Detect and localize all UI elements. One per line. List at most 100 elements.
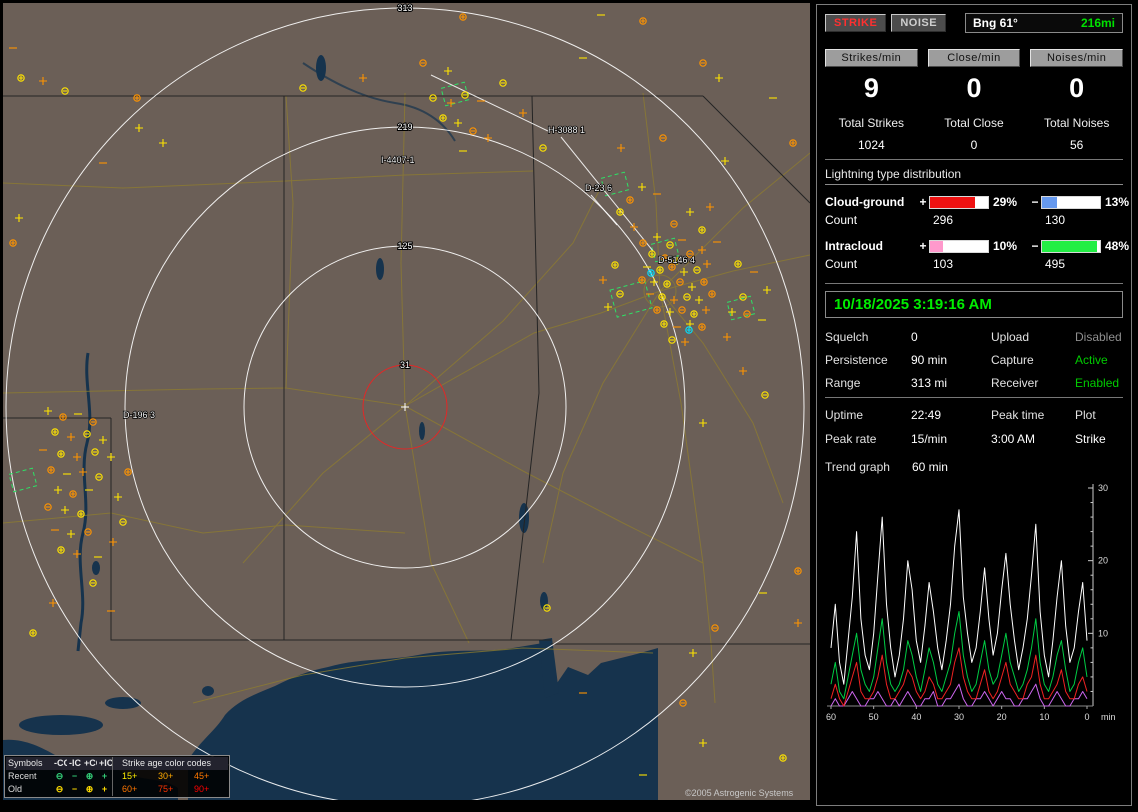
close-per-min-value: 0 <box>928 73 1021 104</box>
legend-header: +IC <box>97 757 112 770</box>
trend-window-value: 60 min <box>912 460 948 474</box>
receiver-value: Enabled <box>1075 376 1123 390</box>
svg-text:H-3088 1: H-3088 1 <box>548 125 585 135</box>
legend-symbol: + <box>97 770 112 783</box>
bearing-display: Bng 61° 216mi <box>965 13 1123 33</box>
strikes-per-min-button[interactable]: Strikes/min <box>825 49 918 67</box>
svg-text:10: 10 <box>1039 712 1049 722</box>
ic-minus-bar <box>1041 240 1101 253</box>
peak-rate-label: Peak rate <box>825 432 911 446</box>
legend-symbol: ⊖ <box>52 770 67 783</box>
svg-text:0: 0 <box>1084 712 1089 722</box>
total-noises: Total Noises 56 <box>1030 116 1123 152</box>
map-canvas[interactable]: 31321912531H-3088 1I-4407-1D-23 6D-5146 … <box>3 3 810 800</box>
intracloud-row: Intracloud + 10% − 48% <box>825 239 1123 253</box>
svg-text:31: 31 <box>400 360 410 370</box>
squelch-value: 0 <box>911 330 991 344</box>
ic-minus-percent: 48% <box>1101 239 1135 253</box>
svg-text:D-196 3: D-196 3 <box>123 410 155 420</box>
status-grid: Squelch 0 Upload Disabled Persistence 90… <box>825 330 1123 390</box>
total-noises-value: 56 <box>1030 138 1123 152</box>
svg-text:219: 219 <box>397 122 412 132</box>
total-close: Total Close 0 <box>928 116 1021 152</box>
svg-text:D-5146 4: D-5146 4 <box>658 255 695 265</box>
peak-time-value: 3:00 AM <box>991 432 1075 446</box>
total-noises-label: Total Noises <box>1030 116 1123 130</box>
ic-plus-count: 103 <box>917 257 1029 271</box>
lightning-map[interactable]: 31321912531H-3088 1I-4407-1D-23 6D-5146 … <box>3 3 810 800</box>
ic-plus-bar <box>929 240 989 253</box>
total-strikes-value: 1024 <box>825 138 918 152</box>
legend-header: Symbols <box>6 757 52 770</box>
legend-symbol: ⊕ <box>82 770 97 783</box>
total-close-label: Total Close <box>928 116 1021 130</box>
svg-text:40: 40 <box>911 712 921 722</box>
legend-row-label: Recent <box>6 770 52 783</box>
range-value: 313 mi <box>911 376 991 390</box>
peak-time-label: Peak time <box>991 408 1075 422</box>
svg-text:D-23 6: D-23 6 <box>585 183 612 193</box>
legend-age-header: Strike age color codes <box>120 757 228 770</box>
cloud-ground-label: Cloud-ground <box>825 195 917 209</box>
legend-symbol: − <box>67 770 82 783</box>
trend-graph: 1020306050403020100min <box>825 478 1125 730</box>
cg-minus-bar <box>1041 196 1101 209</box>
ic-plus-percent: 10% <box>989 239 1029 253</box>
legend-header: -IC <box>67 757 82 770</box>
cloud-ground-count-row: Count 296 130 <box>825 213 1123 227</box>
copyright: ©2005 Astrogenic Systems <box>685 788 793 798</box>
persistence-label: Persistence <box>825 353 911 367</box>
svg-text:50: 50 <box>869 712 879 722</box>
persistence-value: 90 min <box>911 353 991 367</box>
strike-toggle-button[interactable]: STRIKE <box>825 14 886 32</box>
capture-value: Active <box>1075 353 1123 367</box>
legend-age-code: 30+ <box>156 770 192 783</box>
total-strikes: Total Strikes 1024 <box>825 116 918 152</box>
plot-value: Strike <box>1075 432 1123 446</box>
legend-header: +CG <box>82 757 97 770</box>
strikes-per-min-value: 9 <box>825 73 918 104</box>
svg-text:30: 30 <box>1098 483 1108 493</box>
plus-sign: + <box>917 195 929 209</box>
close-per-min-button[interactable]: Close/min <box>928 49 1021 67</box>
legend-row-label: Old <box>6 783 52 796</box>
datetime-box: 10/18/2025 3:19:16 AM <box>825 291 1123 318</box>
total-strikes-label: Total Strikes <box>825 116 918 130</box>
legend-header: -CG <box>52 757 67 770</box>
noises-per-min-button[interactable]: Noises/min <box>1030 49 1123 67</box>
cg-minus-percent: 13% <box>1101 195 1135 209</box>
legend-symbol: + <box>97 783 112 796</box>
distribution-title: Lightning type distribution <box>825 167 1123 185</box>
legend-symbol: ⊕ <box>82 783 97 796</box>
legend-age-code: 15+ <box>120 770 156 783</box>
distance-value: 216mi <box>1081 16 1115 30</box>
peak-rate-value: 15/min <box>911 432 991 446</box>
plus-sign: + <box>917 239 929 253</box>
noises-per-min-value: 0 <box>1030 73 1123 104</box>
legend-age-code: 75+ <box>156 783 192 796</box>
uptime-label: Uptime <box>825 408 911 422</box>
svg-text:30: 30 <box>954 712 964 722</box>
bearing-value: Bng 61° <box>973 16 1018 30</box>
svg-text:10: 10 <box>1098 628 1108 638</box>
intracloud-count-row: Count 103 495 <box>825 257 1123 271</box>
total-close-value: 0 <box>928 138 1021 152</box>
cg-minus-count: 130 <box>1029 213 1135 227</box>
receiver-label: Receiver <box>991 376 1075 390</box>
legend-symbol: ⊖ <box>52 783 67 796</box>
upload-value: Disabled <box>1075 330 1123 344</box>
intracloud-label: Intracloud <box>825 239 917 253</box>
ic-minus-count: 495 <box>1029 257 1135 271</box>
cloud-ground-row: Cloud-ground + 29% − 13% <box>825 195 1123 209</box>
minus-sign: − <box>1029 239 1041 253</box>
legend-age-code: 90+ <box>192 783 228 796</box>
svg-text:20: 20 <box>1098 556 1108 566</box>
uptime-value: 22:49 <box>911 408 991 422</box>
stats-grid: Uptime 22:49 Peak time Plot Peak rate 15… <box>825 408 1123 446</box>
control-panel: STRIKE NOISE Bng 61° 216mi Strikes/min C… <box>816 4 1132 806</box>
minus-sign: − <box>1029 195 1041 209</box>
legend-age-code: 45+ <box>192 770 228 783</box>
cg-plus-count: 296 <box>917 213 1029 227</box>
noise-toggle-button[interactable]: NOISE <box>891 14 946 32</box>
svg-text:I-4407-1: I-4407-1 <box>381 155 415 165</box>
